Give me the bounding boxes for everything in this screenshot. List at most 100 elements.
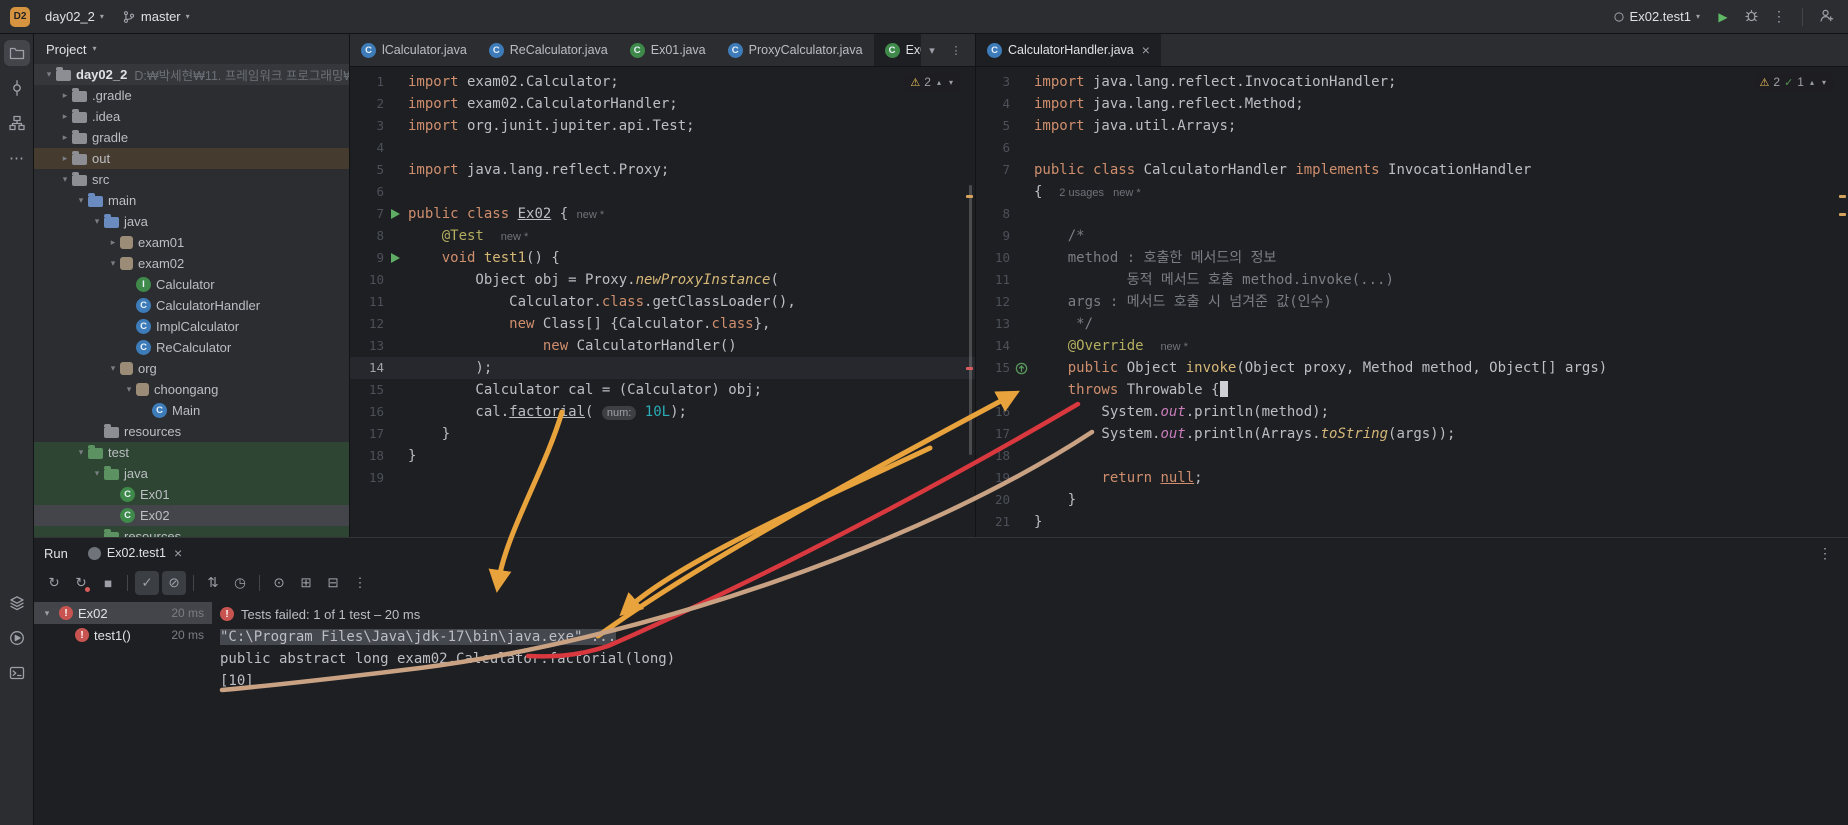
project-tree-item[interactable]: ▸ .gradle xyxy=(34,85,349,106)
project-tree-item[interactable]: ▸ exam01 xyxy=(34,232,349,253)
add-user-button[interactable] xyxy=(1814,5,1838,29)
project-tree-item[interactable]: ▾ choongang xyxy=(34,379,349,400)
test-tree-item[interactable]: ▾! Ex02 20 ms xyxy=(34,602,212,624)
editor-tab[interactable]: C Ex01.java xyxy=(619,34,717,66)
more-actions-button[interactable]: ⋮ xyxy=(1767,5,1791,29)
inspection-widget-left[interactable]: ⚠ 2 ▴ ▾ xyxy=(904,73,961,91)
show-ignored-icon[interactable]: ⊘ xyxy=(162,571,186,595)
run-test-icon[interactable] xyxy=(391,209,400,219)
warning-icon: ⚠ xyxy=(910,76,921,89)
run-button[interactable]: ▶ xyxy=(1711,5,1735,29)
expand-all-icon[interactable]: ⊞ xyxy=(294,571,318,595)
code-area-right[interactable]: 3 import java.lang.reflect.InvocationHand… xyxy=(976,67,1848,537)
chevron-down-icon[interactable]: ▾ xyxy=(40,608,54,619)
project-tree-item[interactable]: ▸ gradle xyxy=(34,127,349,148)
project-tree-item[interactable]: ▸ .idea xyxy=(34,106,349,127)
editor-options-button[interactable]: ⋮ xyxy=(945,39,967,61)
run-tab[interactable]: Ex02.test1 × xyxy=(80,542,190,564)
chevron-right-icon[interactable]: ▸ xyxy=(58,111,72,122)
project-tree-item[interactable]: ▾ java xyxy=(34,211,349,232)
project-tree-item[interactable]: ▾ org xyxy=(34,358,349,379)
chevron-down-icon[interactable]: ▾ xyxy=(106,363,120,374)
chevron-down-icon[interactable]: ▾ xyxy=(74,195,88,206)
project-tree-item[interactable]: C ReCalculator xyxy=(34,337,349,358)
project-tree-item[interactable]: ▾ src xyxy=(34,169,349,190)
chevron-down-icon[interactable]: ▾ xyxy=(74,447,88,458)
project-tree-item[interactable]: C ImplCalculator xyxy=(34,316,349,337)
next-problem-icon[interactable]: ▾ xyxy=(947,78,955,87)
editor-tab[interactable]: C ReCalculator.java xyxy=(478,34,619,66)
project-tree-item[interactable]: ▾ main xyxy=(34,190,349,211)
editor-tab[interactable]: CEx02.java× xyxy=(873,34,921,66)
chevron-right-icon[interactable]: ▸ xyxy=(58,90,72,101)
code-area-left[interactable]: 1 import exam02.Calculator; 2 import exam02… xyxy=(350,67,975,537)
chevron-right-icon[interactable]: ▸ xyxy=(58,132,72,143)
project-tree-item[interactable]: I Calculator xyxy=(34,274,349,295)
chevron-right-icon[interactable]: ▸ xyxy=(58,153,72,164)
run-configuration-selector[interactable]: Ex02.test1 ▾ xyxy=(1606,6,1707,27)
project-tree-item[interactable]: resources xyxy=(34,421,349,442)
show-passed-icon[interactable]: ✓ xyxy=(135,571,159,595)
run-console[interactable]: ! Tests failed: 1 of 1 test – 20 ms "C:\… xyxy=(212,600,1848,825)
project-tree-item[interactable]: ▾ java xyxy=(34,463,349,484)
inspection-widget-right[interactable]: ⚠ 2 ✓ 1 ▴ ▾ xyxy=(1753,73,1834,91)
debug-button[interactable] xyxy=(1739,5,1763,29)
run-icon[interactable] xyxy=(4,625,30,651)
warning-stripe-mark[interactable] xyxy=(1839,195,1846,198)
project-panel-header[interactable]: Project ▾ xyxy=(34,34,349,64)
project-widget[interactable]: day02_2 ▾ xyxy=(38,6,111,27)
warning-stripe-mark[interactable] xyxy=(1839,213,1846,216)
services-icon[interactable] xyxy=(4,590,30,616)
project-tree-item[interactable]: C Ex01 xyxy=(34,484,349,505)
close-icon[interactable]: × xyxy=(1142,42,1150,58)
chevron-down-icon[interactable]: ▾ xyxy=(90,468,104,479)
next-problem-icon[interactable]: ▾ xyxy=(1820,78,1828,87)
project-tree-item[interactable]: C CalculatorHandler xyxy=(34,295,349,316)
project-tree-item[interactable]: ▾ exam02 xyxy=(34,253,349,274)
terminal-icon[interactable] xyxy=(4,660,30,686)
error-stripe-mark[interactable] xyxy=(966,367,973,370)
project-tree-item[interactable]: C Main xyxy=(34,400,349,421)
chevron-down-icon[interactable]: ▾ xyxy=(58,174,72,185)
prev-problem-icon[interactable]: ▴ xyxy=(935,78,943,87)
debug-icon[interactable] xyxy=(4,821,30,825)
project-tree-item[interactable]: ▾ test xyxy=(34,442,349,463)
test-history-icon[interactable]: ⊙ xyxy=(267,571,291,595)
run-test-icon[interactable] xyxy=(391,253,400,263)
collapse-all-icon[interactable]: ⊟ xyxy=(321,571,345,595)
project-badge[interactable]: D2 xyxy=(10,6,30,27)
rerun-icon[interactable]: ↻ xyxy=(42,571,66,595)
prev-problem-icon[interactable]: ▴ xyxy=(1808,78,1816,87)
commit-icon[interactable] xyxy=(4,75,30,101)
more-icon[interactable]: ⋮ xyxy=(348,571,372,595)
more-icon[interactable]: ⋯ xyxy=(4,145,30,171)
sort-by-duration-icon[interactable]: ◷ xyxy=(228,571,252,595)
close-icon[interactable]: × xyxy=(174,545,182,561)
vcs-branch-widget[interactable]: master ▾ xyxy=(115,6,197,27)
editor-tab[interactable]: ClCalculator.java xyxy=(350,34,478,66)
warning-stripe-mark[interactable] xyxy=(966,195,973,198)
code-line: 19 xyxy=(350,467,975,489)
project-tree-item[interactable]: ▸ out xyxy=(34,148,349,169)
project-tree-item[interactable]: C Ex02 xyxy=(34,505,349,526)
sort-alphabetically-icon[interactable]: ⇅ xyxy=(201,571,225,595)
chevron-down-icon[interactable]: ▾ xyxy=(90,216,104,227)
project-tree-item[interactable]: ▾ day02_2 D:₩박세현₩11. 프레임워크 프로그래밍₩day02_2 xyxy=(34,64,349,85)
chevron-down-icon[interactable]: ▾ xyxy=(42,69,56,80)
chevron-down-icon[interactable]: ▾ xyxy=(106,258,120,269)
override-icon[interactable] xyxy=(1013,360,1030,377)
editor-tab[interactable]: C CalculatorHandler.java × xyxy=(976,34,1161,66)
structure-icon[interactable] xyxy=(4,110,30,136)
chevron-down-icon[interactable]: ▾ xyxy=(122,384,136,395)
chevron-right-icon[interactable]: ▸ xyxy=(106,237,120,248)
project-tree-item[interactable]: resources xyxy=(34,526,349,537)
scrollbar-thumb[interactable] xyxy=(969,185,972,455)
test-tree-item[interactable]: ! test1() 20 ms xyxy=(34,624,212,646)
project-icon[interactable] xyxy=(3,40,30,66)
hidden-tabs-button[interactable]: ▾ xyxy=(921,39,943,61)
run-panel-options-button[interactable]: ⋮ xyxy=(1818,545,1838,562)
rerun-failed-tests-icon[interactable]: ↻ xyxy=(69,571,93,595)
console-lines: "C:\Program Files\Java\jdk-17\bin\java.e… xyxy=(220,626,1848,692)
stop-icon[interactable]: ■ xyxy=(96,571,120,595)
editor-tab[interactable]: C ProxyCalculator.java xyxy=(717,34,874,66)
